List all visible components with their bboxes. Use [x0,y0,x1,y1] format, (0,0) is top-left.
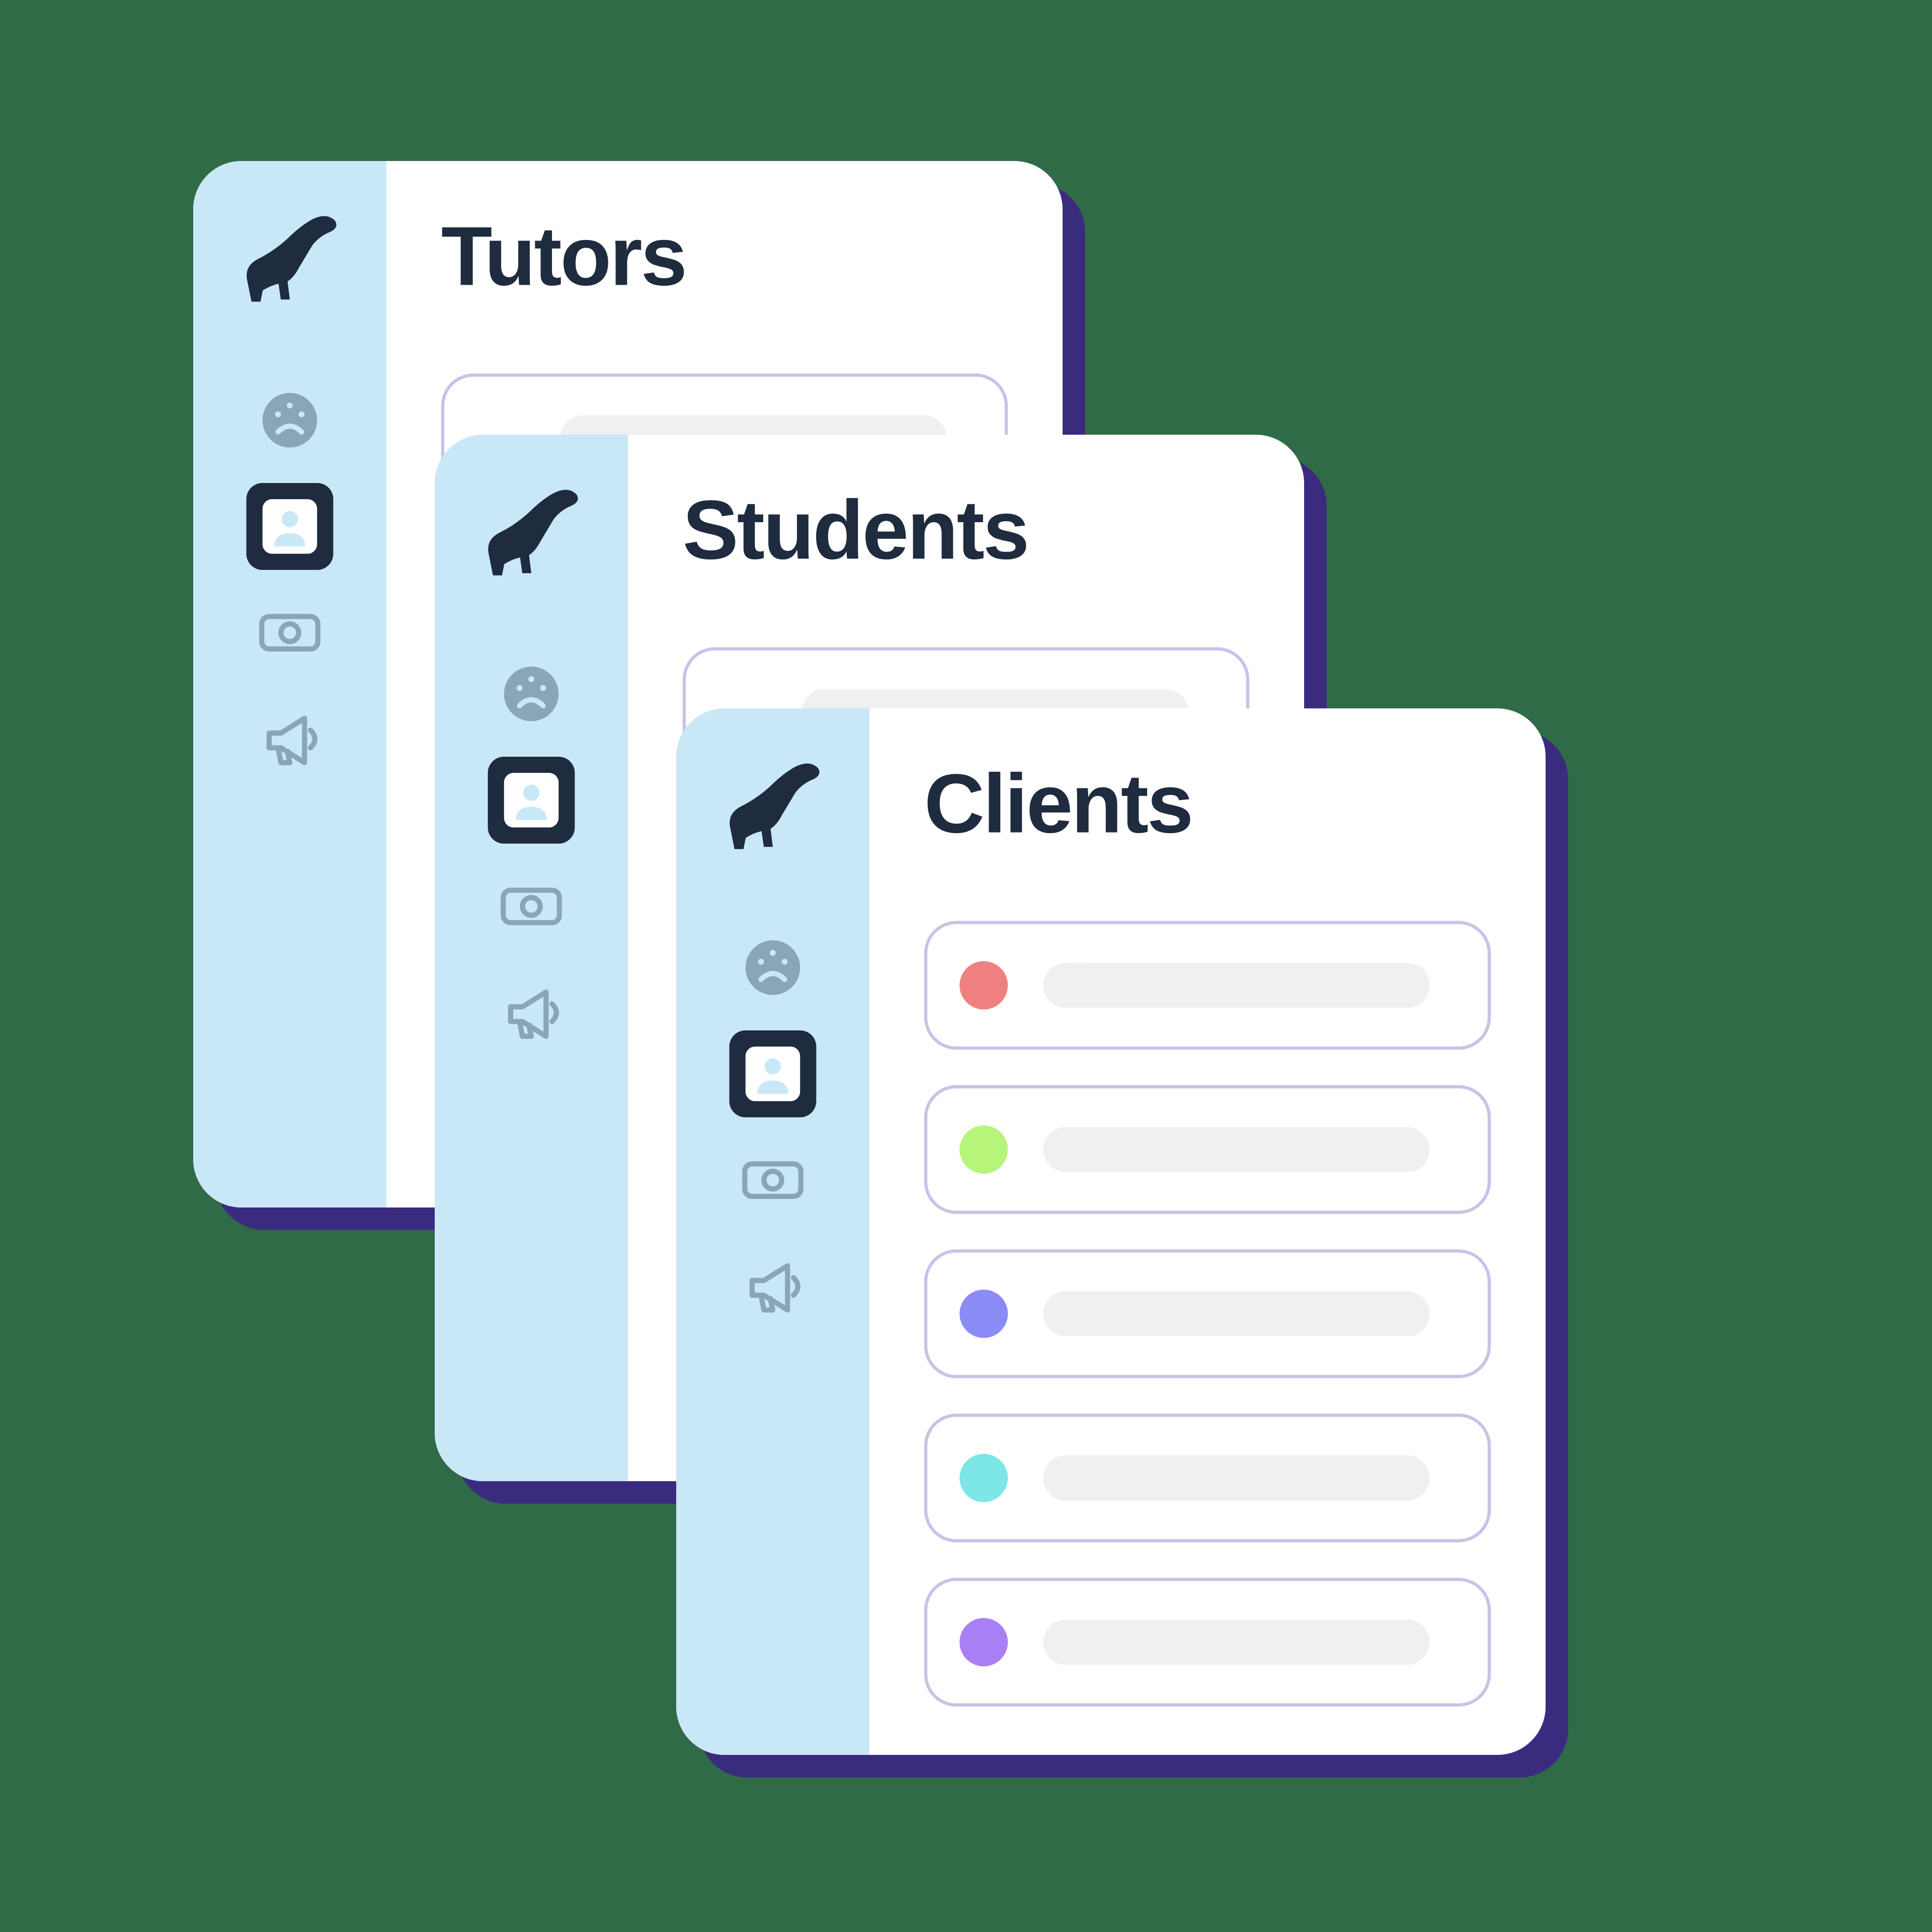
sidebar-item-people[interactable] [247,483,334,570]
list-item[interactable] [924,1414,1491,1543]
placeholder-bar [1043,1127,1430,1172]
list-rows [924,921,1491,1707]
content-area: Clients [869,708,1546,1755]
sidebar-item-announce[interactable] [730,1243,817,1330]
sidebar-nav [730,924,817,1330]
page-title: Clients [924,757,1491,853]
status-dot [959,961,1008,1009]
sidebar-item-billing[interactable] [247,589,334,676]
status-dot [959,1125,1008,1174]
dinosaur-logo-icon [715,744,831,859]
list-item[interactable] [924,1578,1491,1707]
status-dot [959,1290,1008,1338]
gauge-icon [738,932,809,1003]
sidebar-nav [488,651,575,1056]
user-icon [738,1038,809,1109]
sidebar [676,708,869,1755]
stage: Tutors [0,0,1932,1932]
sidebar-item-dashboard[interactable] [730,924,817,1011]
sidebar-item-people[interactable] [730,1030,817,1117]
sidebar-item-people[interactable] [488,757,575,844]
status-dot [959,1618,1008,1666]
list-item[interactable] [924,1249,1491,1378]
dinosaur-logo-icon [473,470,589,586]
sidebar-item-dashboard[interactable] [247,377,334,464]
status-dot [959,1454,1008,1502]
megaphone-icon [496,977,567,1048]
sidebar-item-billing[interactable] [488,863,575,950]
user-icon [255,491,326,562]
sidebar-item-dashboard[interactable] [488,651,575,738]
placeholder-bar [1043,963,1430,1008]
sidebar-item-announce[interactable] [247,695,334,782]
placeholder-bar [1043,1456,1430,1501]
money-icon [255,597,326,668]
list-item[interactable] [924,1085,1491,1214]
sidebar-nav [247,377,334,782]
dinosaur-logo-icon [232,196,348,312]
sidebar [435,435,628,1481]
page-title: Tutors [441,209,1008,306]
placeholder-bar [1043,1291,1430,1336]
megaphone-icon [255,703,326,774]
gauge-icon [255,385,326,456]
page-title: Students [683,483,1249,580]
sidebar-item-announce[interactable] [488,969,575,1056]
money-icon [738,1145,809,1216]
placeholder-bar [1043,1620,1430,1665]
sidebar [193,161,386,1208]
megaphone-icon [738,1251,809,1322]
list-item[interactable] [924,921,1491,1050]
card-clients: Clients [676,708,1546,1755]
sidebar-item-billing[interactable] [730,1137,817,1224]
user-icon [496,765,567,836]
gauge-icon [496,659,567,730]
money-icon [496,871,567,942]
